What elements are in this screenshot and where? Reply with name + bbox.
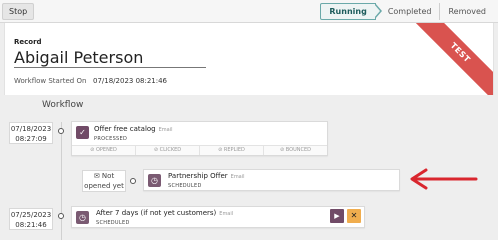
activity-3-date-day: 07/25/2023 [10,211,52,219]
activity-1-date: 07/18/2023 08:27:09 [9,122,53,144]
activity-3-date-time: 08:21:46 [15,221,47,229]
stage-running[interactable]: Running [320,3,383,20]
activity-title: Partnership Offer Email [168,172,245,180]
stat-replied[interactable]: ⊘ REPLIED [200,146,264,155]
not-opened-line-1: ✉ Not [83,171,125,181]
stat-clicked-label: CLICKED [159,147,182,153]
activity-1-date-time: 08:27:09 [15,135,47,143]
stage-removed[interactable]: Removed [440,3,494,20]
activity-title: Offer free catalog Email [94,125,173,133]
record-name-field[interactable]: Abigail Peterson [14,48,143,67]
timeline-dot [58,128,64,134]
stat-clicked[interactable]: ⊘ CLICKED [136,146,200,155]
activity-card-after-7-days[interactable]: ◷ After 7 days (if not yet customers) Ema… [71,206,365,228]
activity-card-partnership-offer[interactable]: ◷ Partnership Offer Email SCHEDULED [143,169,400,191]
not-opened-text-1: Not [101,172,115,180]
activity-status: PROCESSED [94,136,128,142]
check-icon: ✓ [76,126,89,139]
started-on-value: 07/18/2023 08:21:46 [93,77,168,85]
activity-title-text: Partnership Offer [168,172,228,180]
envelope-icon: ✉ [93,172,100,180]
not-opened-badge: ✉ Not opened yet [82,170,126,192]
stat-bounced[interactable]: ⊘ BOUNCED [264,146,327,155]
stop-button[interactable]: Stop [2,3,35,20]
timeline-dot [58,213,64,219]
close-icon: ✕ [350,211,358,220]
stat-opened[interactable]: ⊘ OPENED [72,146,136,155]
red-arrow-annotation [410,168,478,190]
test-ribbon: TEST [406,23,493,95]
activity-3-date: 07/25/2023 08:21:46 [9,208,53,230]
name-underline [14,67,206,68]
activity-status: SCHEDULED [96,220,130,226]
stat-opened-label: OPENED [95,147,117,153]
record-sheet: Record Abigail Peterson Workflow Started… [4,23,494,95]
run-now-button[interactable]: ▶ [330,209,344,223]
activity-1-date-day: 07/18/2023 [10,125,52,133]
activity-card-offer-free-catalog[interactable]: ✓ Offer free catalog Email PROCESSED ⊘ OP… [71,121,328,156]
stage-completed[interactable]: Completed [376,3,440,20]
workflow-title: Workflow [42,100,84,110]
play-icon: ▶ [334,212,340,220]
timeline-line [61,122,62,240]
activity-title-text: Offer free catalog [94,125,156,133]
not-opened-text-2: opened yet [84,182,124,190]
activity-stats: ⊘ OPENED ⊘ CLICKED ⊘ REPLIED ⊘ BOUNCED [72,145,327,155]
activity-title: After 7 days (if not yet customers) Email [96,209,233,217]
record-label: Record [14,38,42,46]
stat-bounced-label: BOUNCED [285,147,311,153]
activity-title-text: After 7 days (if not yet customers) [96,209,217,217]
cancel-activity-button[interactable]: ✕ [347,209,361,223]
clock-icon: ◷ [148,174,161,187]
clock-icon: ◷ [76,211,89,224]
started-on-label: Workflow Started On [14,77,87,85]
activity-status: SCHEDULED [168,183,202,189]
activity-type: Email [219,211,234,217]
stage-bar: Running Completed Removed [320,3,494,20]
control-toolbar: Stop Running Completed Removed [0,0,498,23]
activity-type: Email [230,174,245,180]
stat-replied-label: REPLIED [223,147,245,153]
timeline-dot [130,178,136,184]
activity-type: Email [158,127,173,133]
